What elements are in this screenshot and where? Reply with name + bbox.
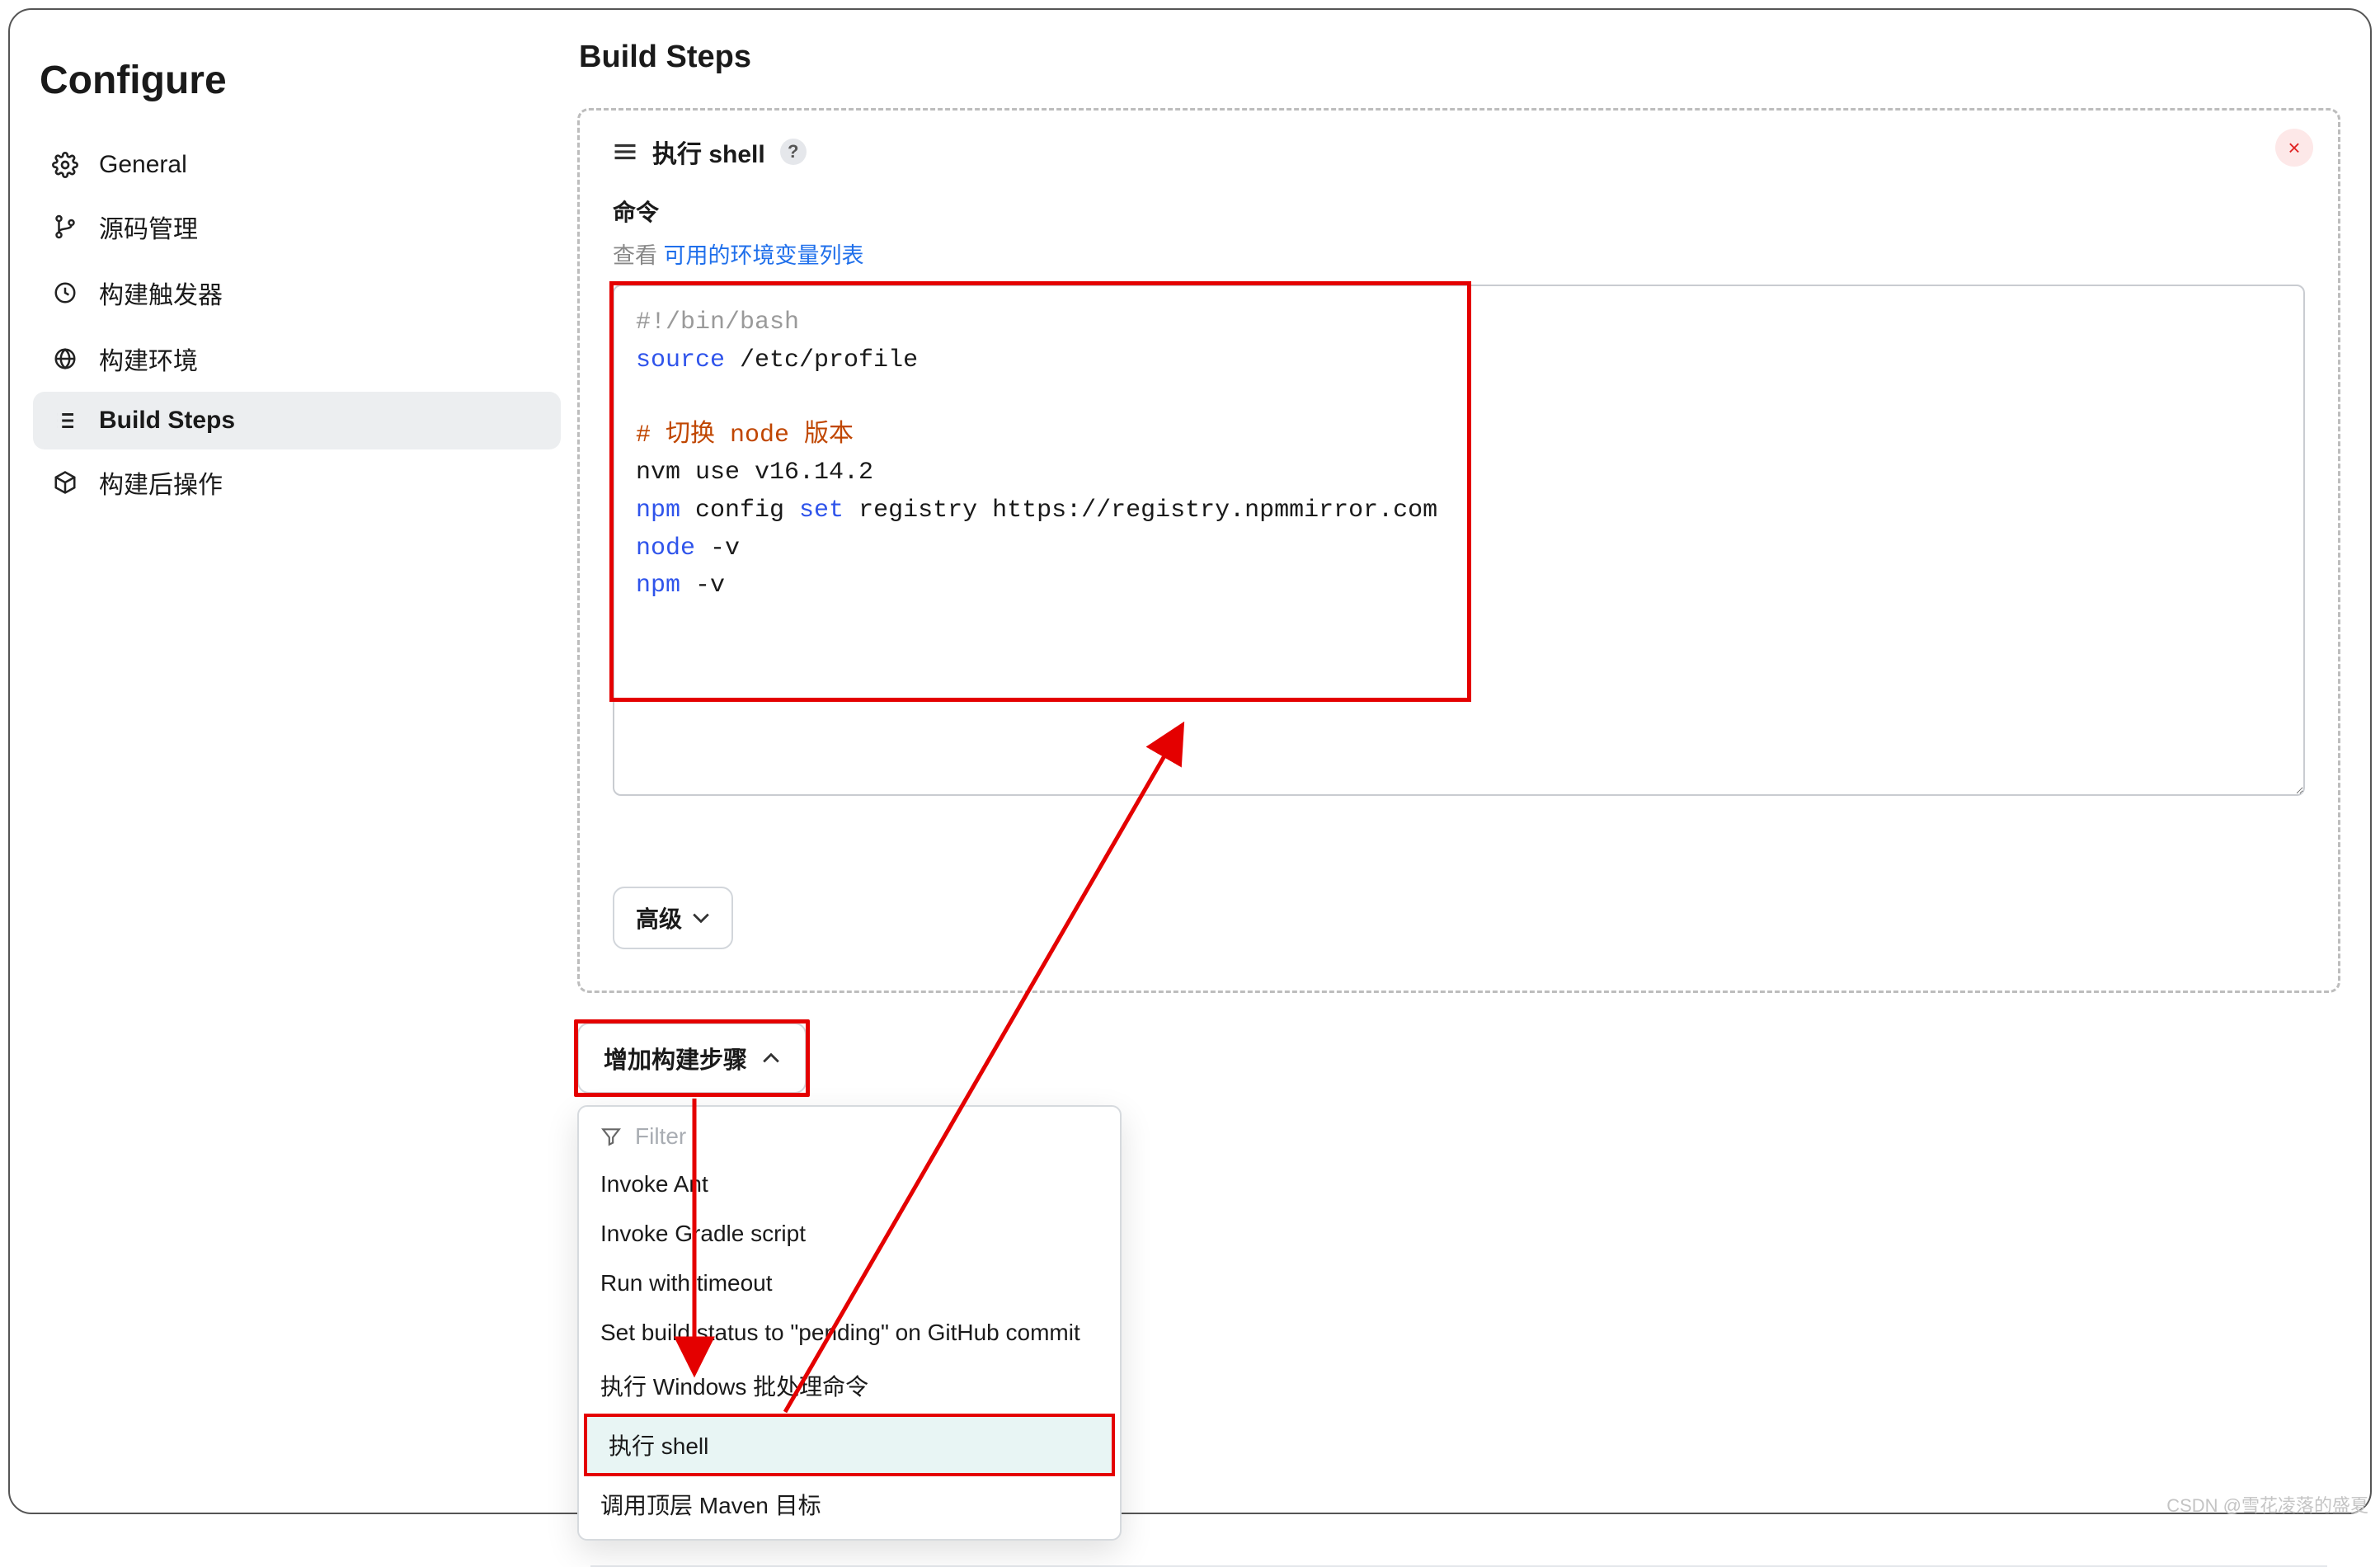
sidebar-item-scm[interactable]: 源码管理 [33, 194, 561, 260]
sidebar-item-postbuild[interactable]: 构建后操作 [33, 449, 561, 515]
drag-handle-icon[interactable] [613, 142, 637, 162]
add-build-step-label: 增加构建步骤 [604, 1041, 747, 1075]
code-kw: source [636, 346, 725, 374]
sidebar-item-triggers[interactable]: 构建触发器 [33, 260, 561, 326]
list-icon [51, 407, 79, 435]
add-build-step-button[interactable]: 增加构建步骤 [577, 1023, 807, 1094]
code-comment: # 切换 node 版本 [636, 421, 854, 449]
dd-item-invoke-gradle[interactable]: Invoke Gradle script [579, 1209, 1120, 1259]
advanced-toggle[interactable]: 高级 [613, 887, 733, 949]
sidebar-item-label: 源码管理 [99, 209, 198, 245]
code-text: nvm use v16.14.2 [636, 459, 873, 487]
filter-input[interactable] [635, 1123, 1098, 1150]
command-label: 命令 [613, 195, 2305, 228]
dd-item-github-pending[interactable]: Set build status to "pending" on GitHub … [579, 1308, 1120, 1358]
dd-item-maven-top[interactable]: 调用顶层 Maven 目标 [579, 1476, 1120, 1532]
sidebar-item-label: Build Steps [99, 407, 235, 435]
sidebar-item-label: 构建触发器 [99, 275, 223, 311]
code-shebang: #!/bin/bash [636, 308, 799, 336]
gear-icon [51, 151, 79, 179]
sidebar: Configure General 源码管理 构建触发器 [25, 30, 569, 1513]
sidebar-item-environment[interactable]: 构建环境 [33, 326, 561, 392]
code-kw: npm [636, 572, 680, 600]
advanced-label: 高级 [636, 901, 682, 934]
sidebar-item-build-steps[interactable]: Build Steps [33, 392, 561, 449]
dd-item-invoke-ant[interactable]: Invoke Ant [579, 1160, 1120, 1209]
main-content: Build Steps 执行 shell ? × 命令 查看 可用的环境变量列表 [569, 30, 2362, 1513]
sidebar-item-label: 构建后操作 [99, 464, 223, 501]
globe-icon [51, 345, 79, 373]
branch-icon [51, 213, 79, 241]
close-icon: × [2288, 135, 2300, 161]
shell-command-editor[interactable]: #!/bin/bash source /etc/profile # 切换 nod… [613, 285, 2305, 796]
code-text: registry https://registry.npmmirror.com [844, 496, 1437, 525]
help-icon[interactable]: ? [780, 139, 807, 165]
build-step-execute-shell: 执行 shell ? × 命令 查看 可用的环境变量列表 #!/bin/bash… [577, 108, 2340, 993]
filter-icon [600, 1126, 622, 1147]
chevron-up-icon [762, 1052, 780, 1064]
watermark: CSDN @雪花凌落的盛夏 [2166, 1491, 2368, 1518]
hint-prefix: 查看 [613, 243, 664, 268]
dd-item-run-timeout[interactable]: Run with timeout [579, 1259, 1120, 1308]
sidebar-item-label: General [99, 151, 187, 179]
sidebar-item-label: 构建环境 [99, 341, 198, 377]
env-vars-link[interactable]: 可用的环境变量列表 [664, 243, 864, 268]
code-kw: npm [636, 496, 680, 525]
clock-icon [51, 279, 79, 307]
chevron-down-icon [692, 912, 710, 924]
code-text: /etc/profile [725, 346, 918, 374]
section-title: Build Steps [579, 40, 2340, 75]
step-title: 执行 shell [652, 134, 765, 170]
remove-step-button[interactable]: × [2275, 129, 2313, 167]
dd-item-windows-batch[interactable]: 执行 Windows 批处理命令 [579, 1358, 1120, 1414]
dd-item-execute-shell[interactable]: 执行 shell [584, 1414, 1115, 1476]
code-text: -v [695, 534, 740, 562]
package-icon [51, 468, 79, 496]
sidebar-item-general[interactable]: General [33, 136, 561, 194]
code-text: -v [680, 572, 725, 600]
add-step-dropdown: Invoke Ant Invoke Gradle script Run with… [577, 1105, 1122, 1541]
command-hint: 查看 可用的环境变量列表 [613, 238, 2305, 270]
page-title: Configure [40, 58, 561, 103]
code-kw: set [799, 496, 844, 525]
code-text: config [680, 496, 799, 525]
code-kw: node [636, 534, 695, 562]
